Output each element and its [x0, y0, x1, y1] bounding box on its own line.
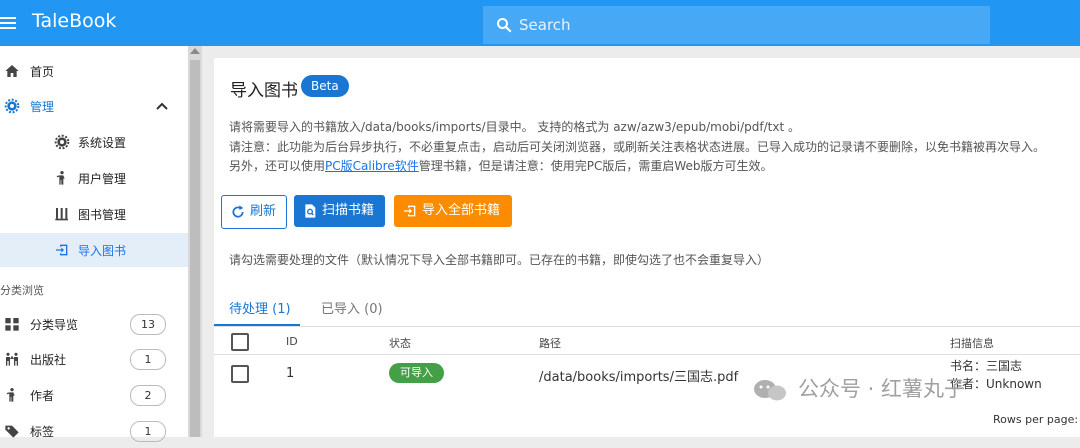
button-label: 刷新: [250, 204, 277, 219]
description-line: 请将需要导入的书籍放入/data/books/imports/目录中。 支持的格…: [229, 120, 800, 134]
sidebar-item-author[interactable]: 作者 2: [0, 378, 188, 412]
sidebar-item-home[interactable]: 首页: [0, 54, 188, 88]
row-id: 1: [286, 366, 295, 381]
select-all-checkbox[interactable]: [231, 333, 249, 351]
sidebar-item-users[interactable]: 用户管理: [0, 161, 188, 195]
button-label: 扫描书籍: [322, 203, 375, 218]
scrollbar-thumb[interactable]: [190, 60, 200, 437]
sidebar-item-label: 导入图书: [78, 244, 127, 258]
wechat-icon: [754, 380, 786, 401]
tab-imported[interactable]: 已导入 (0): [321, 298, 383, 317]
count-badge: 1: [130, 349, 166, 370]
library-icon: [55, 208, 68, 221]
import-all-button[interactable]: 导入全部书籍: [394, 195, 512, 227]
button-label: 导入全部书籍: [422, 203, 501, 218]
person-icon: [56, 171, 65, 185]
scan-books-button[interactable]: 扫描书籍: [294, 195, 385, 227]
divider: [214, 354, 1080, 355]
count-badge: 1: [130, 421, 166, 442]
app-bar: TaleBook Search: [0, 0, 1080, 46]
sidebar-item-tags[interactable]: 标签 1: [0, 414, 188, 448]
sidebar-item-label: 标签: [30, 425, 55, 439]
tab-pending[interactable]: 待处理 (1): [229, 298, 291, 317]
selection-hint: 请勾选需要处理的文件（默认情况下导入全部书籍即可。已存在的书籍，即使勾选了也不会…: [229, 253, 770, 267]
sidebar-item-settings[interactable]: 系统设置: [0, 125, 188, 159]
sidebar-item-label: 分类导览: [30, 318, 79, 332]
sidebar-item-label: 作者: [30, 389, 55, 403]
rows-per-page-label: Rows per page:: [993, 413, 1079, 426]
scroll-up-icon[interactable]: [190, 48, 200, 54]
home-icon: [5, 65, 19, 77]
sidebar-item-label: 管理: [30, 100, 55, 114]
column-header-status[interactable]: 状态: [389, 335, 411, 351]
sidebar-item-label: 首页: [30, 65, 55, 79]
gear-icon: [4, 98, 20, 114]
section-label: 分类浏览: [0, 284, 44, 297]
column-header-path[interactable]: 路径: [539, 335, 561, 351]
sidebar-item-label: 用户管理: [78, 172, 127, 186]
person-icon: [6, 388, 15, 402]
sidebar-item-label: 系统设置: [78, 136, 127, 150]
column-header-scan-info[interactable]: 扫描信息: [950, 335, 994, 351]
row-path: /data/books/imports/三国志.pdf: [539, 370, 739, 385]
scan-icon: [305, 204, 316, 218]
page-title: 导入图书: [230, 81, 298, 101]
sidebar-item-publisher[interactable]: 出版社 1: [0, 342, 188, 376]
beta-badge: Beta: [301, 75, 349, 97]
search-icon: [497, 18, 512, 33]
count-badge: 2: [130, 385, 166, 406]
divider: [214, 326, 1080, 327]
watermark-text: 公众号 · 红薯丸子: [798, 377, 966, 401]
app-title[interactable]: TaleBook: [32, 10, 116, 32]
desc-text: 管理书籍，但是请注意：使用完PC版后，需重启Web版方可生效。: [418, 159, 773, 173]
calibre-link[interactable]: PC版Calibre软件: [325, 159, 419, 173]
chevron-up-icon[interactable]: [156, 102, 168, 110]
sidebar-item-books[interactable]: 图书管理: [0, 197, 188, 231]
menu-icon[interactable]: [0, 14, 16, 32]
search-input[interactable]: Search: [519, 16, 571, 34]
import-icon: [56, 244, 68, 256]
sidebar-item-categories[interactable]: 分类导览 13: [0, 307, 188, 341]
category-icon: [5, 318, 19, 331]
sidebar-item-admin[interactable]: 管理: [0, 89, 188, 123]
sidebar-scrollbar[interactable]: [188, 46, 202, 437]
status-badge: 可导入: [389, 363, 444, 383]
sidebar-item-label: 图书管理: [78, 208, 127, 222]
column-header-id[interactable]: ID: [286, 335, 298, 348]
publisher-icon: [6, 352, 18, 366]
refresh-icon: [232, 205, 244, 218]
desc-text: 另外，还可以使用: [229, 159, 326, 173]
sidebar: 首页 管理 系统设置 用户管理 图书管理 导入图书 分类浏览 分类导览 13 出…: [0, 46, 188, 442]
import-icon: [404, 205, 416, 217]
description-line: 请注意：此功能为后台异步执行，不必重复点击，启动后可关闭浏览器，或刷新关注表格状…: [229, 140, 1046, 154]
description-line: 另外，还可以使用PC版Calibre软件管理书籍，但是请注意：使用完PC版后，需…: [229, 157, 772, 174]
sidebar-item-label: 出版社: [30, 353, 67, 367]
sidebar-item-import[interactable]: 导入图书: [0, 233, 188, 267]
scan-info-title: 书名：三国志: [950, 359, 1023, 373]
search-box[interactable]: Search: [483, 6, 990, 44]
refresh-button[interactable]: 刷新: [221, 195, 287, 229]
count-badge: 13: [130, 314, 166, 335]
gear-icon: [54, 134, 70, 150]
row-checkbox[interactable]: [231, 365, 249, 383]
